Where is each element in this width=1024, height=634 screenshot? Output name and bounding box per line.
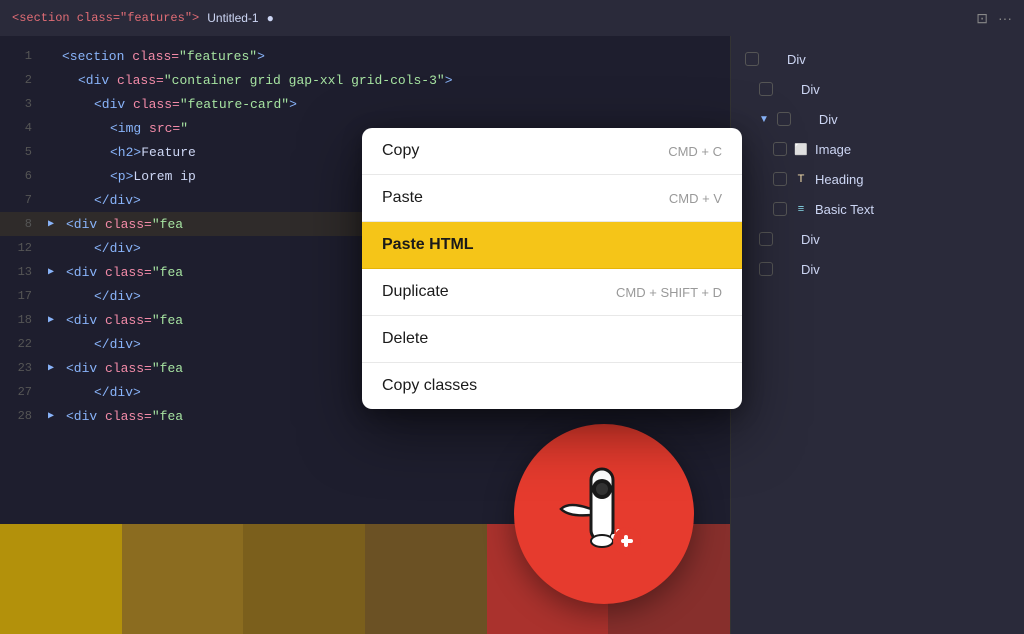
menu-item-duplicate-label: Duplicate	[382, 283, 449, 301]
swiss-knife-icon	[514, 424, 694, 604]
more-icon[interactable]: ···	[998, 10, 1012, 27]
tree-item-div-5[interactable]: Div	[731, 254, 1024, 284]
menu-item-paste[interactable]: Paste CMD + V	[362, 175, 742, 222]
tree-checkbox-div-3[interactable]	[777, 112, 791, 126]
color-block-amber	[122, 524, 244, 634]
menu-item-copy-label: Copy	[382, 142, 419, 160]
color-block-yellow	[0, 524, 122, 634]
code-line-2: 2 <div class="container grid gap-xxl gri…	[0, 68, 730, 92]
tree-label-basic-text: Basic Text	[815, 202, 874, 217]
menu-item-paste-html-label: Paste HTML	[382, 236, 474, 254]
div-icon-1	[765, 51, 781, 67]
code-line-3: 3 <div class="feature-card">	[0, 92, 730, 116]
tree-checkbox-div-5[interactable]	[759, 262, 773, 276]
menu-item-copy-classes-label: Copy classes	[382, 377, 477, 395]
tree-checkbox-div-2[interactable]	[759, 82, 773, 96]
div-icon-4	[779, 231, 795, 247]
tree-label-div-1: Div	[787, 52, 806, 67]
tree-label-image: Image	[815, 142, 851, 157]
tree-item-basic-text[interactable]: ≡ Basic Text	[731, 194, 1024, 224]
menu-item-paste-shortcut: CMD + V	[669, 191, 722, 206]
swiss-knife-background	[514, 424, 694, 604]
tree-item-div-2[interactable]: Div	[731, 74, 1024, 104]
structure-tree: Div Div ▼ Div ⬜ Image T Heading	[731, 36, 1024, 292]
image-icon: ⬜	[793, 141, 809, 157]
tree-checkbox-div-4[interactable]	[759, 232, 773, 246]
title-bar-filename: Untitled-1	[207, 11, 258, 25]
tree-checkbox-basic-text[interactable]	[773, 202, 787, 216]
menu-item-duplicate[interactable]: Duplicate CMD + SHIFT + D	[362, 269, 742, 316]
tree-item-heading[interactable]: T Heading	[731, 164, 1024, 194]
heading-icon: T	[793, 171, 809, 187]
tree-item-div-1[interactable]: Div	[731, 44, 1024, 74]
text-icon: ≡	[793, 201, 809, 217]
tree-checkbox-div-1[interactable]	[745, 52, 759, 66]
title-bar-icons: ⊡ ···	[976, 10, 1012, 27]
div-icon-3	[797, 111, 813, 127]
menu-item-duplicate-shortcut: CMD + SHIFT + D	[616, 285, 722, 300]
chevron-icon-div-3: ▼	[759, 114, 769, 125]
tree-label-div-4: Div	[801, 232, 820, 247]
tree-label-div-5: Div	[801, 262, 820, 277]
tree-item-div-3[interactable]: ▼ Div	[731, 104, 1024, 134]
menu-item-copy-classes[interactable]: Copy classes	[362, 363, 742, 409]
menu-item-delete[interactable]: Delete	[362, 316, 742, 363]
menu-item-paste-label: Paste	[382, 189, 423, 207]
menu-item-paste-html[interactable]: Paste HTML	[362, 222, 742, 269]
menu-item-delete-label: Delete	[382, 330, 428, 348]
div-icon-2	[779, 81, 795, 97]
color-block-gold	[243, 524, 365, 634]
tree-label-div-2: Div	[801, 82, 820, 97]
context-menu: Copy CMD + C Paste CMD + V Paste HTML Du…	[362, 128, 742, 409]
tree-label-heading: Heading	[815, 172, 863, 187]
color-block-orange	[365, 524, 487, 634]
tree-item-div-4[interactable]: Div	[731, 224, 1024, 254]
tree-item-image[interactable]: ⬜ Image	[731, 134, 1024, 164]
structure-panel: Structure 🗑 ⊞ Div Div ▼ Div ⬜ I	[730, 0, 1024, 634]
layout-icon[interactable]: ⊡	[976, 10, 988, 27]
code-line-1: 1 <section class="features">	[0, 44, 730, 68]
div-icon-5	[779, 261, 795, 277]
title-bar: <section class="features"> Untitled-1 ● …	[0, 0, 1024, 36]
title-bar-dot: ●	[267, 11, 274, 25]
swiss-knife-svg	[549, 459, 659, 569]
title-bar-tag: <section class="features">	[12, 11, 199, 25]
menu-item-copy-shortcut: CMD + C	[668, 144, 722, 159]
menu-item-copy[interactable]: Copy CMD + C	[362, 128, 742, 175]
tree-checkbox-image[interactable]	[773, 142, 787, 156]
tree-checkbox-heading[interactable]	[773, 172, 787, 186]
tree-label-div-3: Div	[819, 112, 838, 127]
